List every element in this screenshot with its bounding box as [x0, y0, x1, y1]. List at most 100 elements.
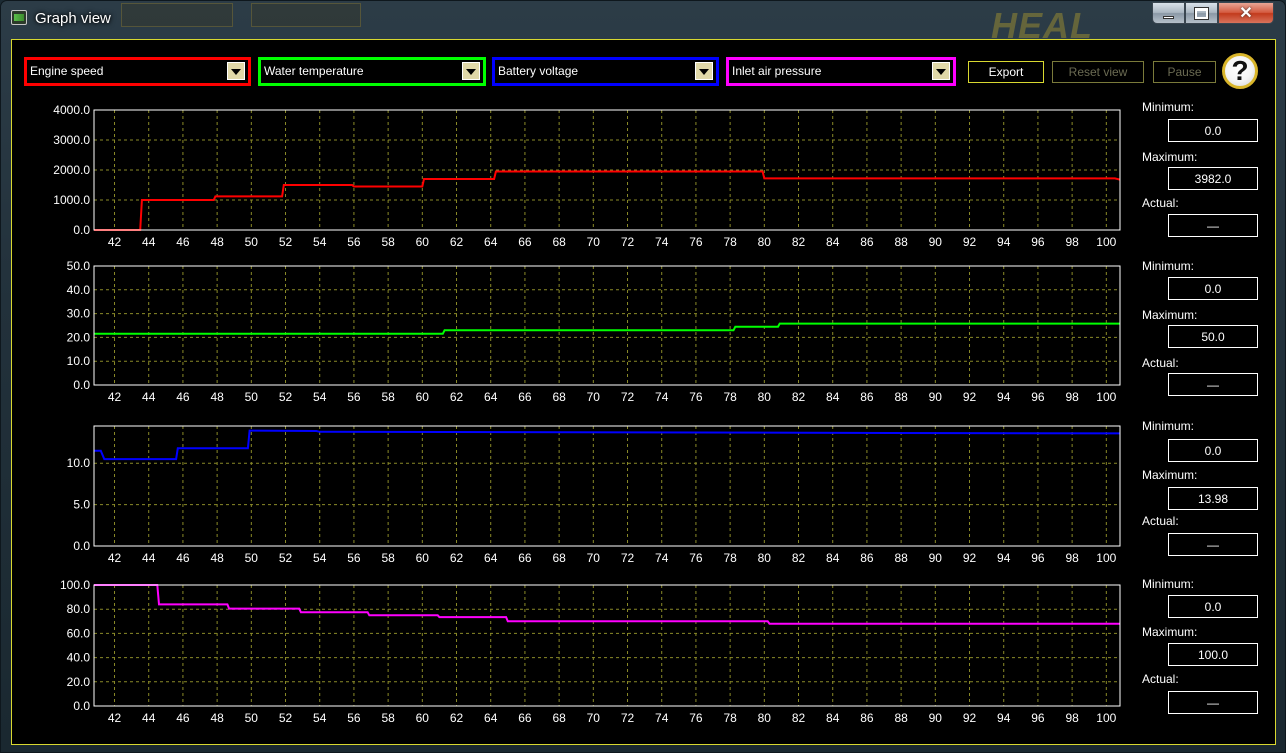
chart-3-x-tick-label: 72 — [621, 551, 635, 565]
chart-1-x-tick-label: 76 — [689, 235, 703, 249]
chart-4-x-tick-label: 64 — [484, 711, 498, 725]
chart-1-y-tick-label: 4000.0 — [53, 103, 90, 117]
chart-4-x-tick-label: 80 — [758, 711, 772, 725]
chart-1-x-tick-label: 50 — [245, 235, 259, 249]
chart-2-x-tick-label: 52 — [279, 390, 293, 404]
chart-4-x-tick-label: 60 — [416, 711, 430, 725]
actual-label: Actual: — [1142, 356, 1179, 370]
chart-4-y-tick-label: 0.0 — [73, 699, 90, 713]
chart-1-x-tick-label: 58 — [381, 235, 395, 249]
chart-4-x-tick-label: 66 — [518, 711, 532, 725]
chart-2-x-tick-label: 94 — [997, 390, 1011, 404]
chart-1-x-tick-label: 52 — [279, 235, 293, 249]
chart-4-x-tick-label: 88 — [894, 711, 908, 725]
chart-2-y-tick-label: 20.0 — [67, 330, 91, 344]
chart-1-x-tick-label: 66 — [518, 235, 532, 249]
chart-4-plot-area — [93, 584, 1121, 707]
chart-2-x-tick-label: 58 — [381, 390, 395, 404]
chart-1-x-tick-label: 94 — [997, 235, 1011, 249]
chart-3-x-tick-label: 78 — [723, 551, 737, 565]
actual-value: — — [1168, 214, 1258, 237]
chart-2-x-tick-label: 56 — [347, 390, 361, 404]
chart-2-y-tick-label: 30.0 — [67, 307, 91, 321]
chart-3-x-tick-label: 52 — [279, 551, 293, 565]
actual-value: — — [1168, 691, 1258, 714]
chart-1-y-tick-label: 0.0 — [73, 223, 90, 237]
chart-2-x-tick-label: 82 — [792, 390, 806, 404]
chart-4-x-tick-label: 46 — [176, 711, 190, 725]
chart-2-y-tick-label: 40.0 — [67, 283, 91, 297]
chart-3-x-tick-label: 84 — [826, 551, 840, 565]
chart-3-y-tick-label: 5.0 — [73, 498, 90, 512]
chart-3-x-tick-label: 54 — [313, 551, 327, 565]
minimum-value: 0.0 — [1168, 119, 1258, 142]
chart-3-x-tick-label: 98 — [1065, 551, 1079, 565]
chart-2-x-tick-label: 64 — [484, 390, 498, 404]
chart-4-x-tick-label: 90 — [929, 711, 943, 725]
chart-1-x-tick-label: 64 — [484, 235, 498, 249]
maximum-value: 100.0 — [1168, 643, 1258, 666]
chart-2-x-tick-label: 68 — [552, 390, 566, 404]
chart-4-x-tick-label: 52 — [279, 711, 293, 725]
chart-4-x-tick-label: 96 — [1031, 711, 1045, 725]
chart-1-x-tick-label: 60 — [416, 235, 430, 249]
chart-3-x-tick-label: 96 — [1031, 551, 1045, 565]
chart-3-x-tick-label: 44 — [142, 551, 156, 565]
chart-1-y-tick-label: 2000.0 — [53, 163, 90, 177]
chart-1-x-tick-label: 56 — [347, 235, 361, 249]
chart-2-x-tick-label: 96 — [1031, 390, 1045, 404]
chart-1-x-tick-label: 84 — [826, 235, 840, 249]
chart-2-x-tick-label: 84 — [826, 390, 840, 404]
minimum-value: 0.0 — [1168, 277, 1258, 300]
chart-1-x-tick-label: 80 — [758, 235, 772, 249]
chart-3-x-tick-label: 76 — [689, 551, 703, 565]
chart-4-y-tick-label: 100.0 — [60, 578, 90, 592]
chart-1-x-tick-label: 62 — [450, 235, 464, 249]
chart-4-y-tick-label: 40.0 — [67, 651, 91, 665]
chart-2-x-tick-label: 86 — [860, 390, 874, 404]
chart-4-x-tick-label: 94 — [997, 711, 1011, 725]
chart-3-y-tick-label: 10.0 — [67, 456, 91, 470]
chart-3-x-tick-label: 48 — [210, 551, 224, 565]
chart-1-x-tick-label: 90 — [929, 235, 943, 249]
chart-3-x-tick-label: 68 — [552, 551, 566, 565]
chart-2-x-tick-label: 78 — [723, 390, 737, 404]
chart-2-y-tick-label: 10.0 — [67, 354, 91, 368]
chart-4-x-tick-label: 98 — [1065, 711, 1079, 725]
chart-2-x-tick-label: 66 — [518, 390, 532, 404]
graph-view-window: Graph view HEAL ✕ Engine speed Water tem… — [0, 0, 1286, 753]
chart-1-x-tick-label: 88 — [894, 235, 908, 249]
chart-1-x-tick-label: 100 — [1096, 235, 1116, 249]
maximum-value: 3982.0 — [1168, 167, 1258, 190]
minimum-value: 0.0 — [1168, 439, 1258, 462]
chart-1-x-tick-label: 78 — [723, 235, 737, 249]
chart-4-x-tick-label: 82 — [792, 711, 806, 725]
chart-4-x-tick-label: 42 — [108, 711, 122, 725]
chart-1-x-tick-label: 72 — [621, 235, 635, 249]
chart-1-x-tick-label: 70 — [587, 235, 601, 249]
chart-3-x-tick-label: 62 — [450, 551, 464, 565]
chart-2-x-tick-label: 48 — [210, 390, 224, 404]
chart-3-x-tick-label: 50 — [245, 551, 259, 565]
actual-value: — — [1168, 533, 1258, 556]
chart-1-y-tick-label: 1000.0 — [53, 193, 90, 207]
minimum-label: Minimum: — [1142, 100, 1195, 114]
chart-3-x-tick-label: 58 — [381, 551, 395, 565]
chart-3-y-tick-label: 0.0 — [73, 539, 90, 553]
chart-4-x-tick-label: 72 — [621, 711, 635, 725]
minimum-label: Minimum: — [1142, 419, 1195, 433]
chart-1-x-tick-label: 46 — [176, 235, 190, 249]
chart-4-x-tick-label: 62 — [450, 711, 464, 725]
chart-1-x-tick-label: 44 — [142, 235, 156, 249]
chart-1-x-tick-label: 42 — [108, 235, 122, 249]
chart-3-x-tick-label: 66 — [518, 551, 532, 565]
chart-4-x-tick-label: 68 — [552, 711, 566, 725]
chart-2-x-tick-label: 74 — [655, 390, 669, 404]
chart-4-x-tick-label: 84 — [826, 711, 840, 725]
chart-1-x-tick-label: 82 — [792, 235, 806, 249]
chart-4-x-tick-label: 58 — [381, 711, 395, 725]
chart-2-x-tick-label: 60 — [416, 390, 430, 404]
chart-4-x-tick-label: 50 — [245, 711, 259, 725]
chart-4-y-tick-label: 60.0 — [67, 626, 91, 640]
chart-1-x-tick-label: 74 — [655, 235, 669, 249]
